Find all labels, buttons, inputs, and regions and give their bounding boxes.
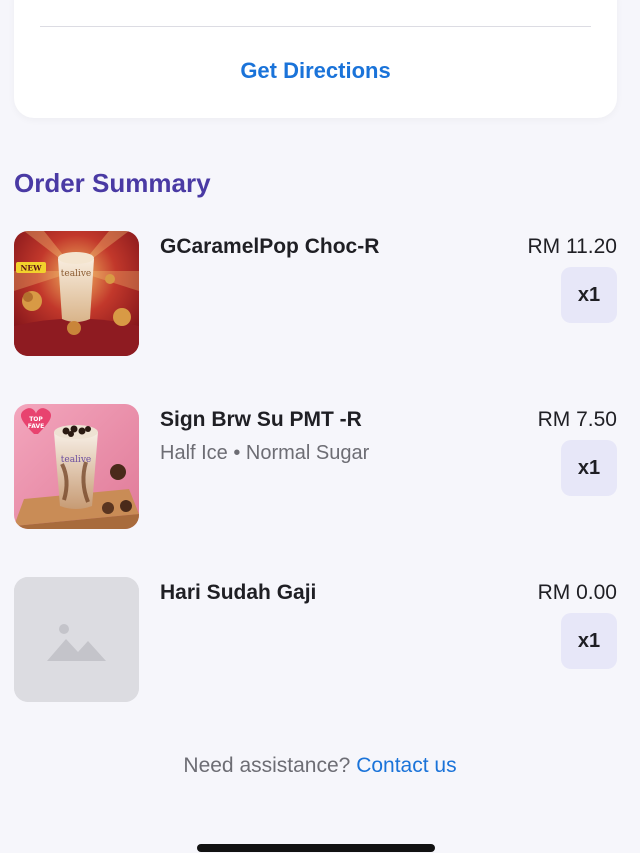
new-badge: NEW <box>21 264 43 273</box>
quantity-badge[interactable]: x1 <box>561 613 617 669</box>
item-price: RM 0.00 <box>537 581 617 604</box>
order-item: tealive TOP FAVE Sign Brw Su PMT -R Half… <box>14 404 617 529</box>
card-divider <box>40 26 591 27</box>
caramel-pop-drink-image: tealive NEW <box>14 231 139 356</box>
pearl-milk-tea-image: tealive TOP FAVE <box>14 404 139 529</box>
quantity-badge[interactable]: x1 <box>561 267 617 323</box>
svg-text:FAVE: FAVE <box>28 423 44 430</box>
contact-us-link[interactable]: Contact us <box>356 754 456 777</box>
svg-text:tealive: tealive <box>61 269 91 279</box>
item-name: Hari Sudah Gaji <box>160 581 317 604</box>
item-price: RM 11.20 <box>527 235 618 258</box>
support-prompt: Need assistance? <box>183 754 351 777</box>
item-name: Sign Brw Su PMT -R <box>160 408 362 431</box>
svg-text:tealive: tealive <box>61 455 91 465</box>
get-directions-button[interactable]: Get Directions <box>14 58 617 84</box>
svg-text:TOP: TOP <box>29 416 43 423</box>
order-item: Hari Sudah Gaji RM 0.00 x1 <box>14 577 617 702</box>
placeholder-image-icon <box>14 577 139 702</box>
order-summary-title: Order Summary <box>14 168 211 198</box>
support-footer: Need assistance? Contact us <box>0 754 640 778</box>
quantity-badge[interactable]: x1 <box>561 440 617 496</box>
order-item: tealive NEW GCaramelPop Choc-R RM 11.20 … <box>14 231 617 356</box>
item-price: RM 7.50 <box>537 408 617 431</box>
item-name: GCaramelPop Choc-R <box>160 235 380 258</box>
home-indicator <box>197 844 435 852</box>
item-options: Half Ice • Normal Sugar <box>160 442 370 464</box>
store-location-card: Get Directions <box>14 0 617 118</box>
